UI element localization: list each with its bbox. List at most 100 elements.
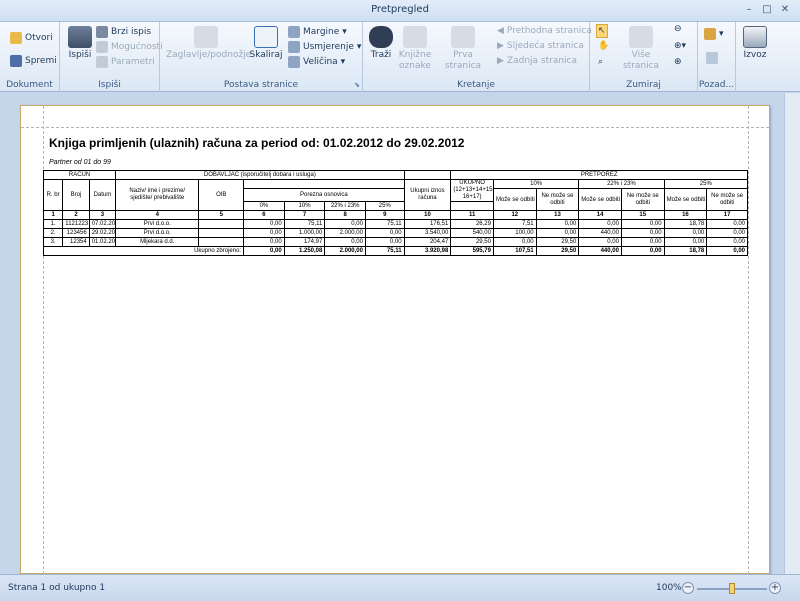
total-value: 1.250,08 (283, 246, 326, 256)
column-number: 8 (324, 210, 366, 220)
spremi-button[interactable]: Spremi (10, 55, 57, 67)
group-label-zumiraj: Zumiraj (626, 80, 661, 90)
header-datum: Datum (88, 179, 117, 211)
cell-value: 0,00 (578, 219, 622, 229)
zaglavlje-podnozje-button[interactable]: Zaglavlje/podnožje (166, 26, 251, 61)
total-value: 18,78 (663, 246, 708, 256)
column-number: 4 (115, 210, 200, 220)
zoom-in-icon[interactable]: + (769, 582, 781, 594)
header-dobavljac: DOBAVLJAČ (isporučitelj dobara i usluga) (115, 170, 405, 180)
cell-value: 26,29 (450, 219, 494, 229)
cell-value: 0,00 (535, 219, 580, 229)
header-nemoze-22: Ne može se odbiti (620, 188, 665, 211)
vise-stranica-button[interactable]: Više stranica (616, 26, 666, 72)
zoom-out-button[interactable]: ⊖ (674, 24, 682, 34)
cell-naziv: Prvi d.o.o. (115, 219, 200, 229)
chevron-down-icon: ▾ (340, 57, 346, 67)
total-value: 595,79 (450, 246, 494, 256)
prva-stranica-button[interactable]: Prva stranica (435, 26, 491, 72)
table-row: 2. 123456 29.02.201 Prvi d.o.o. 0,00 1.0… (42, 228, 748, 238)
header-osnovica-22: 22% i 23% (324, 201, 366, 211)
izvoz-button[interactable]: Izvoz (739, 26, 771, 61)
zoom-tool-button[interactable]: ⌕ (598, 57, 603, 67)
header-osnovica-0: 0% (243, 201, 285, 211)
cell-value: 0,00 (620, 237, 665, 247)
zadnja-stranica-button[interactable]: ▶ Zadnja stranica (497, 56, 577, 66)
minimize-button[interactable]: – (741, 3, 757, 17)
ispisi-button[interactable]: Ispiši (64, 26, 96, 61)
hand-tool-button[interactable]: ✋ (598, 41, 609, 51)
cell-value: 0,00 (243, 237, 285, 247)
column-number: 16 (663, 210, 708, 220)
column-number: 17 (706, 210, 748, 220)
page-status: Strana 1 od ukupno 1 (8, 583, 106, 593)
header-racun: RAČUN (42, 170, 117, 180)
zoom-dropdown-button[interactable]: ⊕▾ (674, 41, 686, 51)
group-ispisi: Ispiši Brzi ispis Mogućnosti Parametri I… (60, 22, 163, 92)
total-value: 29,50 (535, 246, 580, 256)
column-number: 14 (578, 210, 622, 220)
parametri-button[interactable]: Parametri (96, 56, 155, 68)
margins-icon (288, 26, 300, 38)
page-color-button[interactable]: ▾ (704, 28, 724, 40)
sljedeca-stranica-button[interactable]: ▶ Sljedeća stranica (497, 41, 584, 51)
total-value: 2.000,00 (324, 246, 366, 256)
column-number: 15 (620, 210, 665, 220)
watermark-button[interactable] (706, 52, 718, 64)
total-label: Ukupno zbrojeno: (42, 246, 245, 256)
cell-value: 100,00 (492, 228, 537, 238)
group-label-kretanje: Kretanje (457, 80, 495, 90)
header-oib: OIB (198, 179, 245, 211)
total-value: 0,00 (243, 246, 285, 256)
trazi-button[interactable]: Traži (367, 26, 395, 61)
pointer-button[interactable]: ↖ (596, 24, 608, 38)
hand-icon: ✋ (598, 41, 610, 51)
velicina-button[interactable]: Veličina ▾ (288, 56, 345, 68)
cell-value: 75,11 (283, 219, 326, 229)
brzi-ispis-button[interactable]: Brzi ispis (96, 26, 151, 38)
maximize-button[interactable]: □ (759, 3, 775, 17)
total-value: 3.920,98 (403, 246, 452, 256)
header-pretporez: PRETPOREZ (450, 170, 748, 180)
header-nemoze-10: Ne može se odbiti (535, 188, 580, 211)
cell-value: 1.000,00 (283, 228, 326, 238)
usmjerenje-button[interactable]: Usmjerenje ▾ (288, 41, 361, 53)
report-table: RAČUN DOBAVLJAČ (isporučitelj dobara i u… (42, 170, 749, 256)
totals-row: Ukupno zbrojeno: 0,00 1.250,08 2.000,00 … (42, 246, 748, 256)
vertical-scrollbar[interactable] (784, 93, 800, 574)
total-value: 75,11 (364, 246, 405, 256)
cell-oib (198, 219, 245, 229)
total-value: 0,00 (620, 246, 665, 256)
cell-value: 29,50 (450, 237, 494, 247)
header-porezna-osnovica: Porezna osnovica (243, 188, 405, 202)
chevron-down-icon: ▾ (719, 29, 724, 39)
header-naziv: Naziv/ ime i prezime/ sjedište/ prebival… (115, 179, 200, 211)
group-postava-stranice: Zaglavlje/podnožje Skaliraj Margine ▾ Us… (160, 22, 363, 92)
margine-button[interactable]: Margine ▾ (288, 26, 347, 38)
header-moze-10: Može se odbiti (492, 188, 537, 211)
close-button[interactable]: ✕ (777, 3, 793, 17)
knjizne-oznake-button[interactable]: Knjižne oznake (397, 26, 433, 72)
header-pretporez-10: 10% (492, 179, 580, 189)
column-number: 2 (62, 210, 90, 220)
prethodna-stranica-button[interactable]: ◀ Prethodna stranica (497, 26, 592, 36)
column-number: 12 (492, 210, 537, 220)
window-title: Pretpregled (371, 4, 429, 15)
column-number: 1 (42, 210, 64, 220)
zoom-slider-thumb[interactable] (729, 583, 735, 594)
otvori-button[interactable]: Otvori (10, 32, 53, 44)
table-row: 3. 12354 01.02.201 Mljekara d.d. 0,00 17… (42, 237, 748, 247)
skaliraj-button[interactable]: Skaliraj (248, 26, 284, 61)
orientation-icon (288, 41, 300, 53)
group-izvoz: Izvoz (736, 22, 774, 92)
zoom-in-button[interactable]: ⊕ (674, 57, 682, 67)
dialog-launcher-icon[interactable]: ⬊ (354, 81, 360, 89)
zoom-out-icon[interactable]: − (682, 582, 694, 594)
header-ukupni-iznos: Ukupni iznos računa (403, 179, 452, 211)
group-label-postava: Postava stranice (223, 80, 299, 90)
cell-value: 0,00 (663, 237, 708, 247)
next-page-icon: ▶ (497, 41, 504, 51)
cell-rbr: 2. (42, 228, 64, 238)
mogucnosti-button[interactable]: Mogućnosti (96, 41, 163, 53)
group-label-dokument: Dokument (6, 80, 53, 90)
